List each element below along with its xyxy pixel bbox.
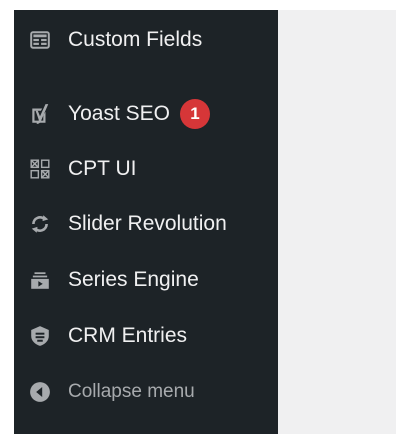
refresh-icon [28,212,52,236]
admin-sidebar-menu: Custom Fields Yoast SEO 1 CPT UI Slider … [14,10,278,434]
notification-badge: 1 [179,99,210,129]
menu-item-label: Yoast SEO [68,102,170,125]
menu-item-custom-fields[interactable]: Custom Fields [14,20,278,60]
menu-item-label: Slider Revolution [68,212,227,235]
menu-item-series-engine[interactable]: Series Engine [14,260,278,300]
table-icon [28,28,52,52]
menu-item-crm-entries[interactable]: CRM Entries [14,316,278,356]
menu-item-yoast-seo[interactable]: Yoast SEO 1 [14,94,278,134]
yoast-icon [28,102,52,126]
menu-item-label: Series Engine [68,268,199,291]
collapse-menu-label: Collapse menu [68,381,195,402]
menu-item-label: CPT UI [68,157,137,180]
menu-item-slider-revolution[interactable]: Slider Revolution [14,204,278,244]
collapse-menu-button[interactable]: Collapse menu [14,372,278,412]
media-icon [28,268,52,292]
menu-item-label: CRM Entries [68,324,188,347]
collapse-arrow-icon [28,380,52,404]
shield-icon [28,324,52,348]
menu-item-cpt-ui[interactable]: CPT UI [14,149,278,189]
menu-item-label: Custom Fields [68,28,203,51]
grid-icon [28,157,52,181]
